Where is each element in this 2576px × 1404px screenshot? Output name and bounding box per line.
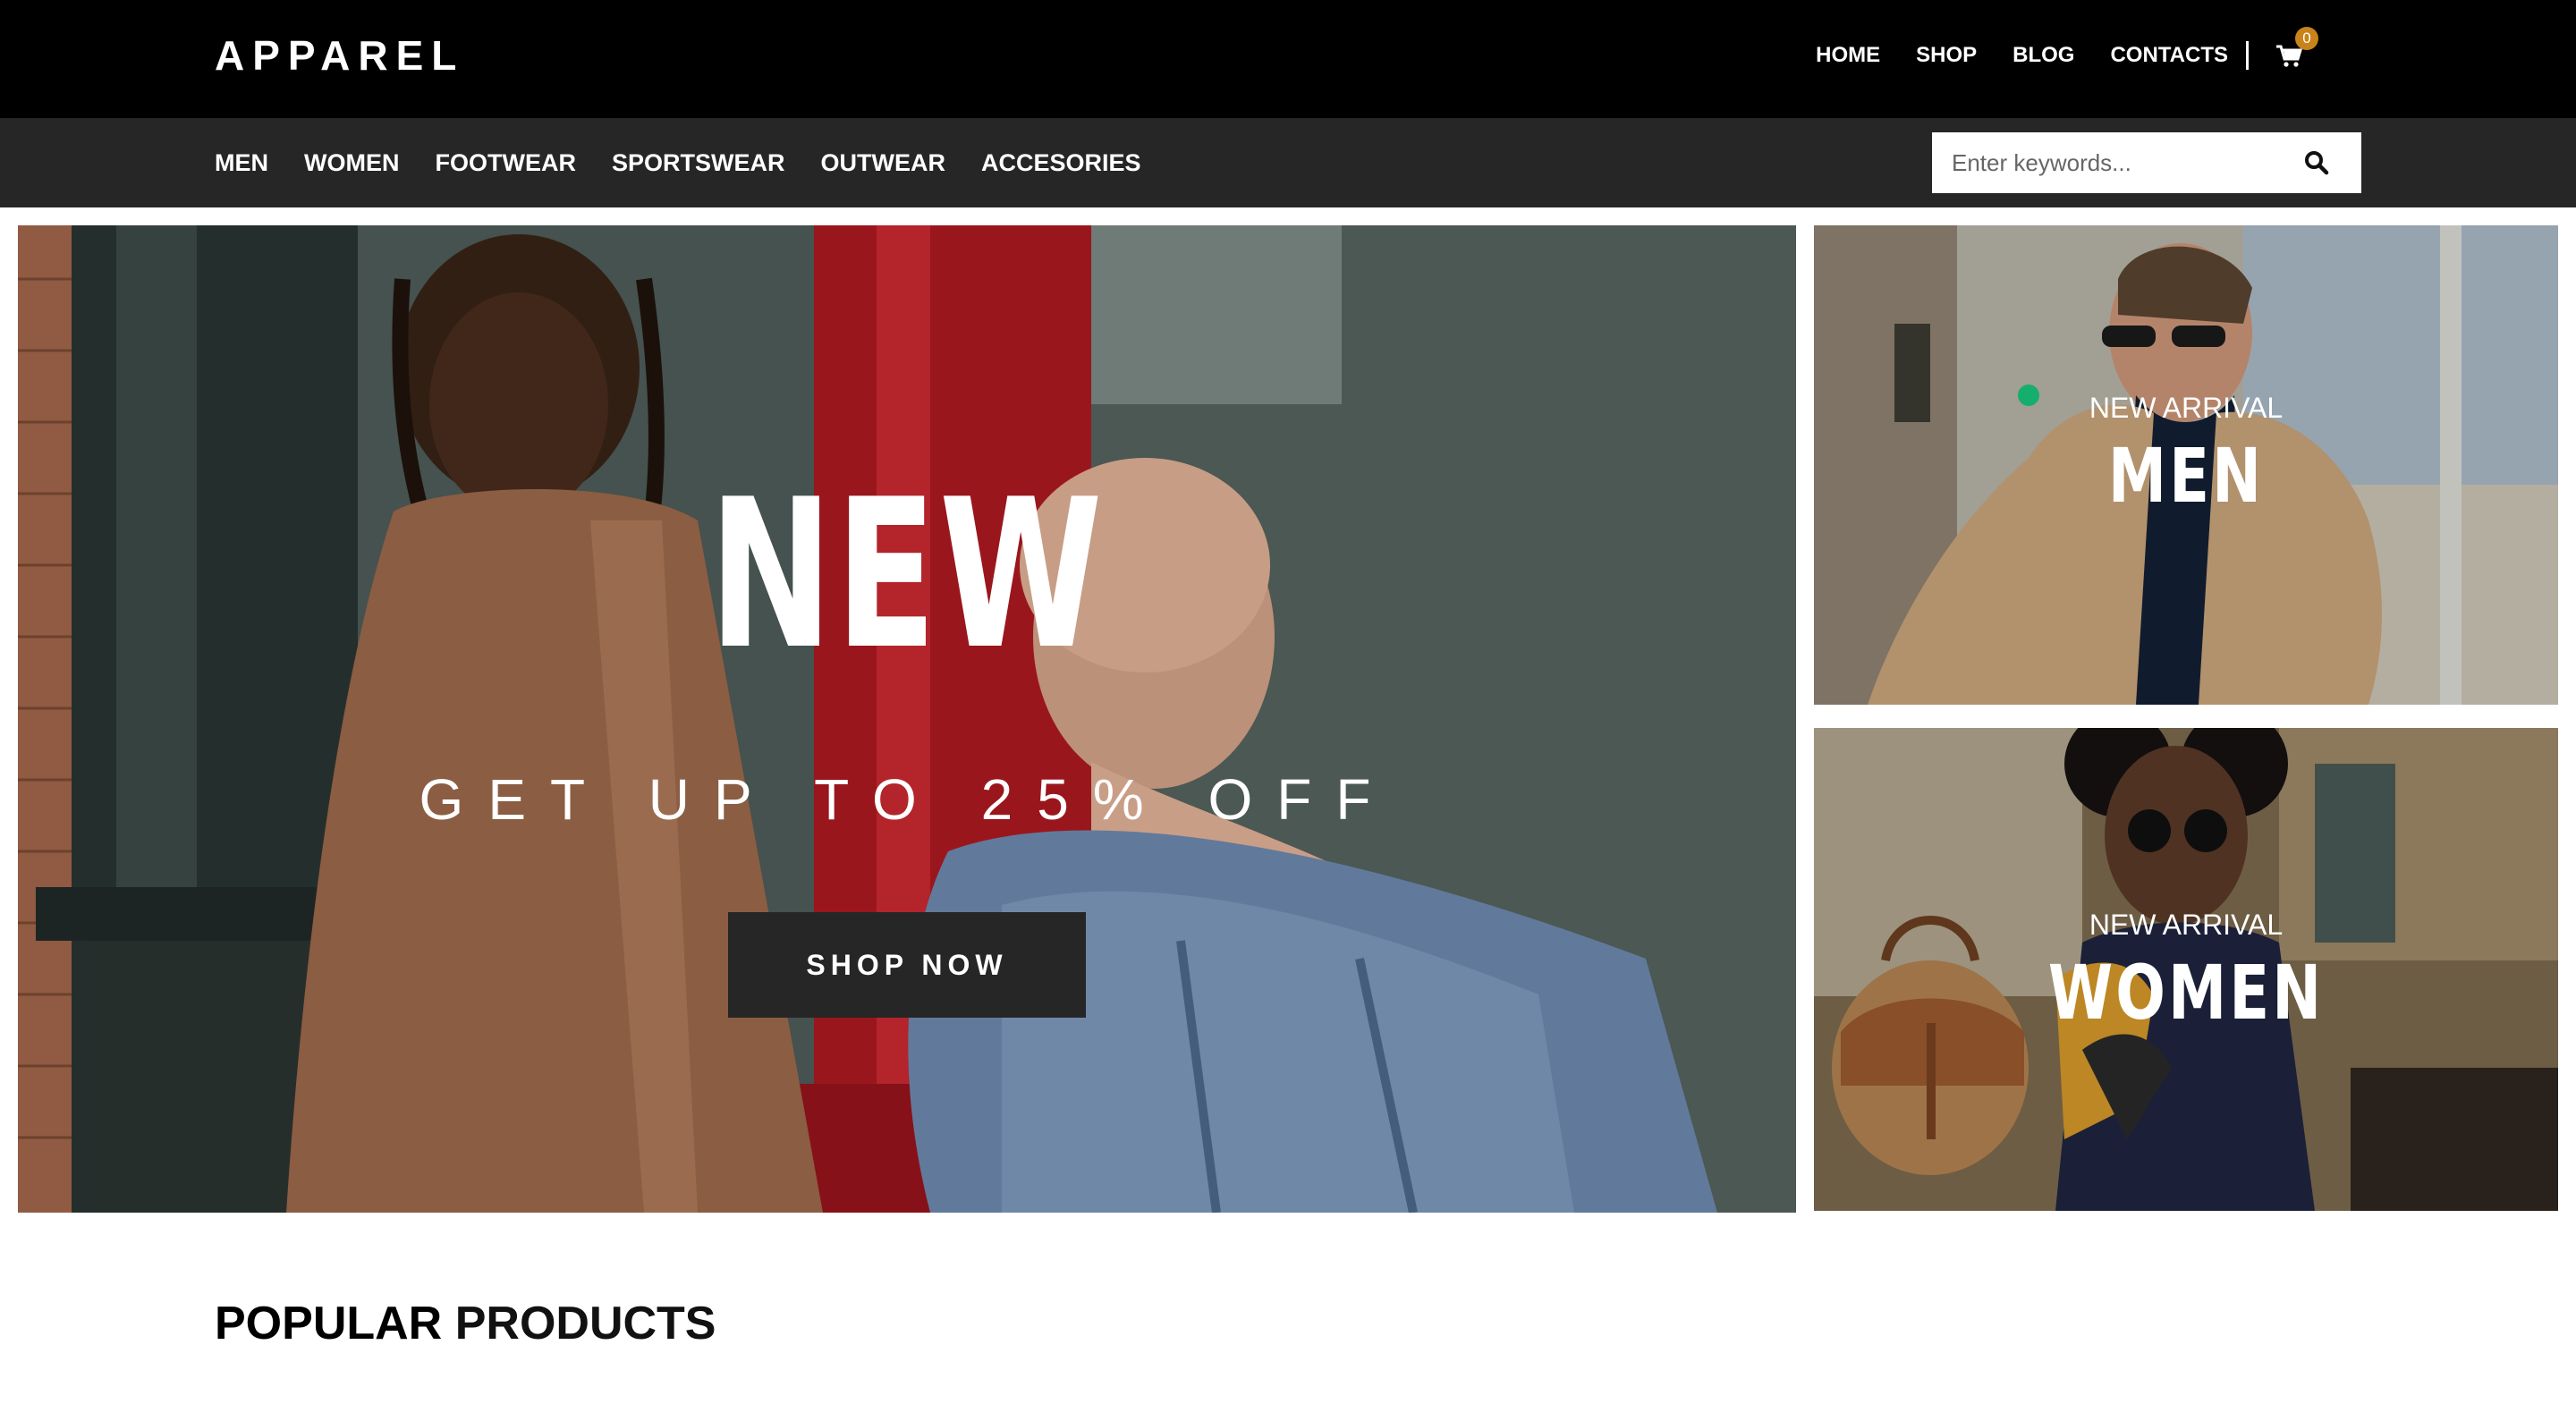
hero-subtitle: GET UP TO 25% OFF xyxy=(419,767,1395,832)
category-men[interactable]: MEN xyxy=(215,147,268,179)
cart-button[interactable]: 0 xyxy=(2275,27,2318,72)
banner-men-kicker: NEW ARRIVAL xyxy=(2089,392,2284,424)
brand-logo[interactable]: APPAREL xyxy=(215,32,464,79)
heading-rest: PRODUCTS xyxy=(454,1298,716,1349)
top-nav-home[interactable]: HOME xyxy=(1816,39,1880,72)
category-women[interactable]: WOMEN xyxy=(304,147,399,179)
top-bar: APPAREL HOME SHOP BLOG CONTACTS 0 xyxy=(0,0,2576,118)
category-nav: MEN WOMEN FOOTWEAR SPORTSWEAR OUTWEAR AC… xyxy=(215,147,1177,179)
popular-products-heading: POPULAR PRODUCTS xyxy=(215,1295,716,1352)
banner-women-kicker: NEW ARRIVAL xyxy=(2089,909,2284,941)
banner-women[interactable]: NEW ARRIVAL WOMEN xyxy=(1814,728,2558,1211)
nav-divider xyxy=(2246,41,2249,70)
cart-count-badge: 0 xyxy=(2295,27,2318,50)
search-input[interactable] xyxy=(1932,132,2272,193)
category-outwear[interactable]: OUTWEAR xyxy=(820,147,945,179)
cart-icon xyxy=(2276,45,2302,67)
top-nav-blog[interactable]: BLOG xyxy=(2012,39,2074,72)
banner-women-title: WOMEN xyxy=(2047,949,2325,1036)
category-bar: MEN WOMEN FOOTWEAR SPORTSWEAR OUTWEAR AC… xyxy=(0,118,2576,207)
category-accesories[interactable]: ACCESORIES xyxy=(981,147,1141,179)
top-nav-contacts[interactable]: CONTACTS xyxy=(2110,39,2228,72)
heading-strong: POPULAR xyxy=(215,1298,443,1349)
hero-banner: NEW GET UP TO 25% OFF SHOP NOW xyxy=(18,225,1796,1213)
search-box xyxy=(1932,132,2361,193)
top-nav: HOME SHOP BLOG CONTACTS 0 xyxy=(1816,27,2318,72)
banner-men[interactable]: NEW ARRIVAL MEN xyxy=(1814,225,2558,705)
search-icon[interactable] xyxy=(2304,150,2329,175)
category-footwear[interactable]: FOOTWEAR xyxy=(435,147,575,179)
category-sportswear[interactable]: SPORTSWEAR xyxy=(612,147,785,179)
shop-now-button[interactable]: SHOP NOW xyxy=(728,912,1086,1018)
hero-photo xyxy=(18,225,1796,1213)
hero-title: NEW xyxy=(708,456,1106,695)
top-nav-shop[interactable]: SHOP xyxy=(1916,39,1977,72)
banner-men-title: MEN xyxy=(2107,432,2265,520)
